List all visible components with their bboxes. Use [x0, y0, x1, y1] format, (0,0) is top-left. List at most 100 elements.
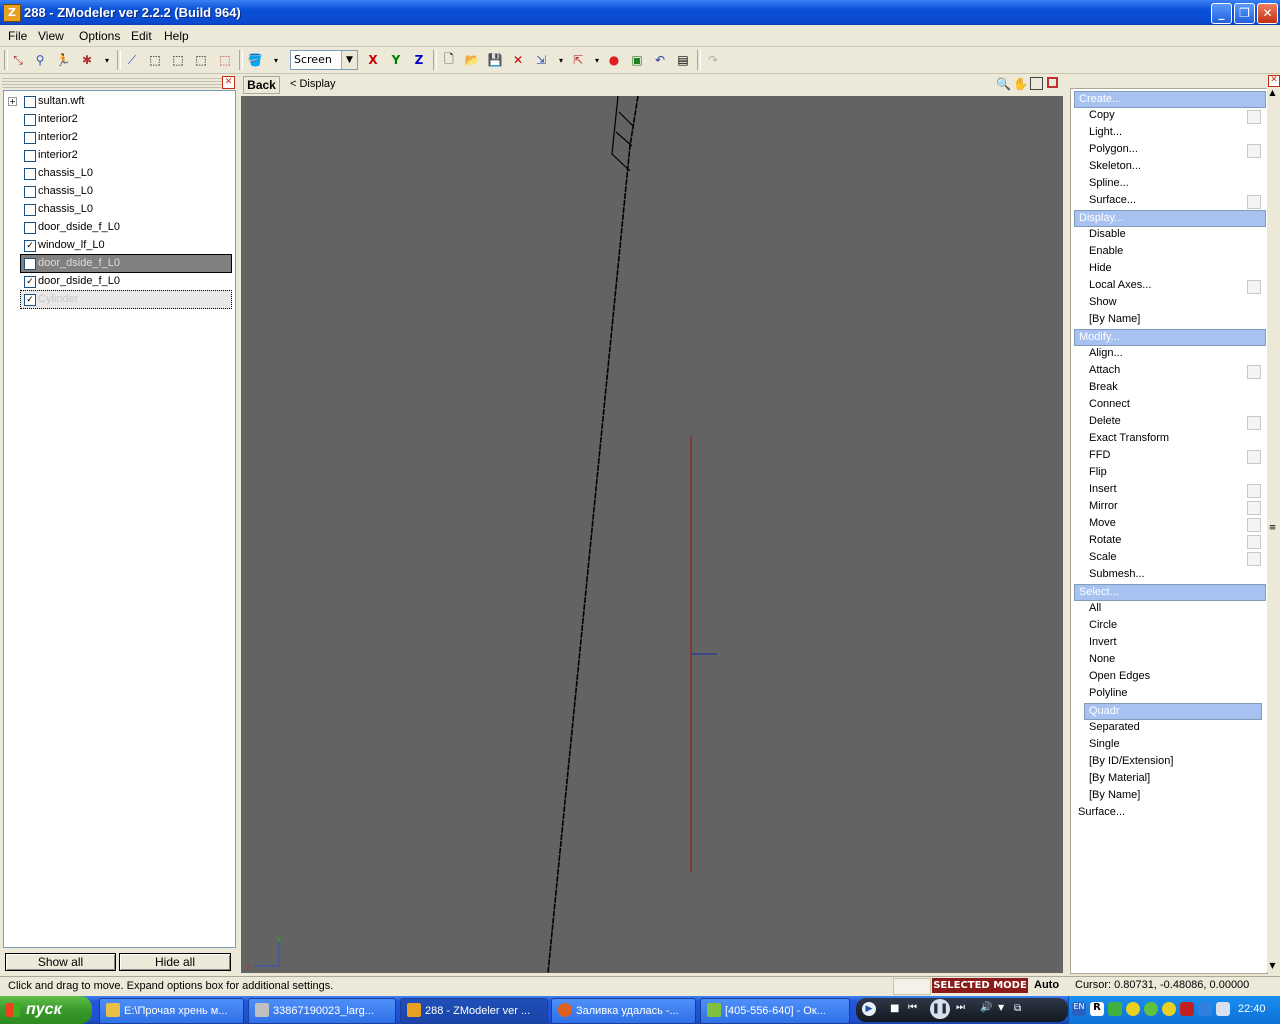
- axis-x-toggle[interactable]: X: [364, 51, 382, 69]
- pause-icon[interactable]: ❚❚: [930, 999, 950, 1019]
- cmd-enable[interactable]: Enable: [1089, 245, 1123, 257]
- cmd-select-none[interactable]: None: [1089, 653, 1115, 665]
- cmd-select-open-edges[interactable]: Open Edges: [1089, 670, 1150, 682]
- section-create[interactable]: Create...: [1074, 91, 1266, 108]
- tree-item-selected[interactable]: door_dside_f_L0: [20, 254, 232, 273]
- zoom-icon[interactable]: 🔍: [996, 77, 1011, 91]
- flower-icon[interactable]: [1144, 1002, 1158, 1016]
- dropdown-arrow-icon[interactable]: ▾: [267, 51, 285, 69]
- tree-item[interactable]: interior2: [4, 147, 235, 164]
- options-box[interactable]: [1247, 144, 1261, 158]
- cmd-show[interactable]: Show: [1089, 296, 1117, 308]
- notes-icon[interactable]: ▤: [674, 51, 692, 69]
- speaker-icon[interactable]: [1216, 1002, 1230, 1016]
- cmd-spline[interactable]: Spline...: [1089, 177, 1129, 189]
- cmd-select-separated[interactable]: Separated: [1089, 721, 1140, 733]
- axis-z-toggle[interactable]: Z: [410, 51, 428, 69]
- coordinate-space-select[interactable]: Screen ▼: [290, 50, 358, 70]
- play-icon[interactable]: ▶: [862, 1002, 876, 1016]
- dropdown-arrow-icon[interactable]: ▾: [552, 51, 570, 69]
- visibility-checkbox[interactable]: [24, 132, 36, 144]
- language-icon[interactable]: EN: [1072, 1002, 1086, 1016]
- network-icon[interactable]: [1180, 1002, 1194, 1016]
- cmd-select-by-id[interactable]: [By ID/Extension]: [1089, 755, 1173, 767]
- visibility-checkbox[interactable]: [24, 258, 36, 270]
- dropdown-arrow-icon[interactable]: ▾: [588, 51, 606, 69]
- options-box[interactable]: [1247, 501, 1261, 515]
- monitor-icon[interactable]: [1198, 1002, 1212, 1016]
- options-box[interactable]: [1247, 195, 1261, 209]
- tree-item[interactable]: chassis_L0: [4, 183, 235, 200]
- stop-icon[interactable]: ■: [890, 1003, 899, 1014]
- previous-icon[interactable]: ⏮: [908, 1002, 917, 1013]
- cmd-hide[interactable]: Hide: [1089, 262, 1112, 274]
- visibility-checkbox[interactable]: [24, 114, 36, 126]
- section-surface[interactable]: Surface...: [1078, 806, 1125, 818]
- tree-item[interactable]: interior2: [4, 111, 235, 128]
- cmd-display-by-name[interactable]: [By Name]: [1089, 313, 1140, 325]
- chevron-down-icon[interactable]: ▼: [341, 51, 357, 69]
- selection-mode-badge[interactable]: SELECTED MODE: [932, 978, 1028, 993]
- cmd-disable[interactable]: Disable: [1089, 228, 1126, 240]
- volume-icon[interactable]: 🔊: [980, 1002, 992, 1013]
- visibility-checkbox-checked[interactable]: ✓: [24, 294, 36, 306]
- cmd-copy[interactable]: Copy: [1089, 109, 1115, 121]
- vertex-mode-icon[interactable]: ✱: [78, 51, 96, 69]
- cmd-attach[interactable]: Attach: [1089, 364, 1120, 376]
- clock[interactable]: 22:40: [1238, 1003, 1266, 1015]
- expand-icon[interactable]: +: [8, 97, 17, 106]
- section-modify[interactable]: Modify...: [1074, 329, 1266, 346]
- chevron-down-icon[interactable]: ▼: [998, 1003, 1004, 1012]
- taskbar-task-active[interactable]: 288 - ZModeler ver ...: [400, 998, 548, 1024]
- visibility-checkbox[interactable]: [24, 150, 36, 162]
- hide-all-button[interactable]: Hide all: [119, 953, 231, 971]
- restore-player-icon[interactable]: ⧉: [1014, 1003, 1021, 1014]
- section-select[interactable]: Select...: [1074, 584, 1266, 601]
- tree-item-cylinder[interactable]: ✓ Cylinder: [20, 290, 232, 309]
- cmd-rotate[interactable]: Rotate: [1089, 534, 1121, 546]
- minimize-button[interactable]: _: [1211, 3, 1232, 24]
- app-icon[interactable]: Z: [3, 4, 21, 22]
- restore-button[interactable]: ❐: [1234, 3, 1255, 24]
- cube-select-icon[interactable]: ⬚: [169, 51, 187, 69]
- options-box[interactable]: [1247, 535, 1261, 549]
- menu-options[interactable]: Options: [79, 29, 120, 43]
- material-editor-icon[interactable]: ▣: [628, 51, 646, 69]
- close-viewport-icon[interactable]: [1047, 77, 1058, 88]
- cmd-delete[interactable]: Delete: [1089, 415, 1121, 427]
- redo-icon[interactable]: ↷: [704, 51, 722, 69]
- delete-icon[interactable]: ✕: [509, 51, 527, 69]
- panel-grip[interactable]: [2, 76, 234, 88]
- taskbar-task[interactable]: Заливка удалась -...: [551, 998, 696, 1024]
- auto-toggle[interactable]: Auto: [1034, 979, 1059, 991]
- tree-item[interactable]: ✓ door_dside_f_L0: [4, 273, 235, 290]
- visibility-checkbox[interactable]: [24, 168, 36, 180]
- cmd-break[interactable]: Break: [1089, 381, 1118, 393]
- cmd-select-quadr[interactable]: Quadr: [1084, 703, 1262, 720]
- close-icon[interactable]: ✕: [1268, 75, 1280, 87]
- cmd-select-single[interactable]: Single: [1089, 738, 1120, 750]
- import-icon[interactable]: ⇲: [532, 51, 550, 69]
- cmd-polygon[interactable]: Polygon...: [1089, 143, 1138, 155]
- shield-icon[interactable]: [1108, 1002, 1122, 1016]
- visibility-checkbox[interactable]: [24, 204, 36, 216]
- cmd-exact-transform[interactable]: Exact Transform: [1089, 432, 1169, 444]
- scroll-grip-icon[interactable]: ≡: [1268, 523, 1277, 533]
- start-button[interactable]: пуск: [0, 996, 92, 1024]
- cmd-move[interactable]: Move: [1089, 517, 1116, 529]
- pan-hand-icon[interactable]: ✋: [1013, 77, 1028, 91]
- taskbar-task[interactable]: [405-556-640] - Ок...: [700, 998, 850, 1024]
- breadcrumb[interactable]: < Display: [290, 78, 336, 90]
- close-button[interactable]: ✕: [1257, 3, 1278, 24]
- undo-icon[interactable]: ↶: [651, 51, 669, 69]
- visibility-checkbox-checked[interactable]: ✓: [24, 276, 36, 288]
- rockstar-icon[interactable]: R: [1090, 1002, 1104, 1016]
- show-all-button[interactable]: Show all: [5, 953, 116, 971]
- close-icon[interactable]: ✕: [222, 76, 235, 89]
- tree-item[interactable]: interior2: [4, 129, 235, 146]
- pick-tool-icon[interactable]: ⚲: [31, 51, 49, 69]
- icq-status-icon[interactable]: [1162, 1002, 1176, 1016]
- options-box[interactable]: [1247, 280, 1261, 294]
- export-icon[interactable]: ⇱: [569, 51, 587, 69]
- cmd-local-axes[interactable]: Local Axes...: [1089, 279, 1151, 291]
